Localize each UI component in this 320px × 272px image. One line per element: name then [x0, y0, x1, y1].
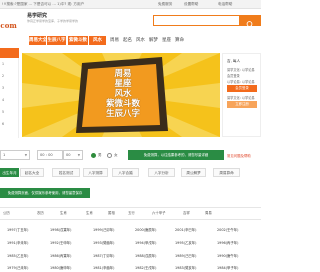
tab-naming[interactable]: 起名大全: [20, 168, 44, 177]
register-button[interactable]: 立即注册: [227, 101, 257, 108]
brand-title: 易学研究: [27, 13, 48, 19]
nav-link-3[interactable]: 风水: [136, 36, 145, 45]
year-cell[interactable]: 1985(乙丑年): [7, 253, 28, 258]
year-cell[interactable]: 1984(甲子年): [217, 265, 238, 270]
year-cell[interactable]: 1981(辛酉年): [93, 265, 114, 270]
year-cell[interactable]: 1995(乙亥年): [175, 240, 196, 245]
search-input[interactable]: [153, 15, 240, 26]
search-button[interactable]: [240, 15, 261, 28]
filter-tab[interactable]: 吉祥: [183, 209, 190, 218]
banner-line-5: 生辰八字: [105, 109, 140, 119]
left-menu-item[interactable]: 3: [2, 86, 4, 90]
year-cell[interactable]: 1982(壬戌年): [135, 265, 156, 270]
nav-tab-4[interactable]: 风水: [89, 36, 106, 45]
left-menu-item[interactable]: 6: [2, 122, 4, 126]
year-cell[interactable]: 1997(丁丑年): [7, 227, 28, 232]
year-cell[interactable]: 1999(己卯年): [93, 227, 114, 232]
topbar-item-3[interactable]: 电话帮助: [218, 0, 232, 9]
radio-male[interactable]: [91, 153, 96, 158]
divider: [0, 207, 261, 208]
left-category-menu: 1 2 3 4 5 6: [0, 48, 19, 138]
birth-hour-select[interactable]: 00 ▼: [63, 150, 83, 160]
tab-dream[interactable]: 周公解梦: [181, 168, 206, 177]
panel-line: 会员登录: [227, 74, 240, 78]
filter-tab[interactable]: 生肖: [86, 209, 93, 218]
nav-link-5[interactable]: 星座: [162, 36, 171, 45]
year-cell[interactable]: 1993(癸酉年): [93, 240, 114, 245]
topbar-item-2[interactable]: 设置帮助: [184, 0, 198, 9]
hero-banner[interactable]: 周易 星座 风水 紫微斗数 生辰八字: [22, 53, 220, 137]
topbar-notice: !!!搜索:?是国家 … 下是否可以 … 1)中? 现: 方用户: [2, 2, 85, 6]
left-menu-item[interactable]: 4: [2, 98, 4, 102]
panel-line: 以学论易: 以学论易: [227, 80, 255, 84]
site-logo[interactable]: .com: [0, 21, 17, 30]
nav-link-4[interactable]: 解梦: [149, 36, 158, 45]
year-cell[interactable]: 1979(己未年): [7, 265, 28, 270]
top-bar: !!!搜索:?是国家 … 下是否可以 … 1)中? 现: 方用户 免费服务 设置…: [0, 0, 261, 9]
year-cell[interactable]: 1991(辛未年): [7, 240, 28, 245]
panel-line: 易学文化: 以学论易: [227, 96, 255, 100]
tab-name-test[interactable]: 姓名测试: [52, 168, 80, 177]
nav-tab-3[interactable]: 紫微斗数: [68, 36, 88, 45]
filter-tab[interactable]: 属相: [108, 209, 115, 218]
nav-tab-2[interactable]: 生辰八字: [47, 36, 66, 45]
year-cell[interactable]: 1992(壬申年): [50, 240, 71, 245]
year-cell[interactable]: 1988(戊辰年): [135, 253, 156, 258]
filter-tab[interactable]: 农历: [37, 209, 44, 218]
radio-male-label: 男: [98, 153, 102, 157]
tab-bazi[interactable]: 八字测算: [83, 168, 108, 177]
year-cell[interactable]: 1998(戊寅年): [50, 227, 71, 232]
nav-link-2[interactable]: 起名: [123, 36, 132, 45]
year-cell[interactable]: 1986(丙寅年): [50, 253, 71, 258]
free-info-button[interactable]: 免费测算页面，仅供娱乐参考使用，请您留意保存: [0, 188, 90, 198]
year-cell[interactable]: 2002(壬午年): [217, 227, 238, 232]
tab-birth[interactable]: 出生年月: [0, 168, 19, 177]
year-cell[interactable]: 1994(甲戌年): [135, 240, 156, 245]
login-button[interactable]: 会员登录: [227, 85, 257, 92]
topbar-item-1[interactable]: 免费服务: [158, 0, 172, 9]
filter-tab[interactable]: 生肖: [60, 209, 67, 218]
tab-marriage[interactable]: 八字合婚: [112, 168, 139, 177]
left-menu-header: [0, 48, 19, 58]
year-cell[interactable]: 1983(癸亥年): [175, 265, 196, 270]
nav-tab-1[interactable]: 周易大全: [29, 36, 47, 45]
filter-tab[interactable]: 六十甲子: [152, 209, 166, 218]
tab-analysis[interactable]: 八字分析: [148, 168, 175, 177]
left-menu-item[interactable]: 1: [2, 62, 4, 66]
year-cell[interactable]: 1990(庚午年): [217, 253, 238, 258]
calculate-button[interactable]: 免费测算，以往结果参考的，请您尽量详细: [128, 150, 224, 160]
filter-tab[interactable]: 五行: [128, 209, 135, 218]
year-cell[interactable]: 1989(己巳年): [175, 253, 196, 258]
year-cell[interactable]: 2000(庚辰年): [135, 227, 156, 232]
birth-time-field[interactable]: 00 : 00: [37, 150, 63, 160]
panel-title: 吉, 每人: [227, 59, 241, 63]
radio-female-label: 女: [114, 153, 118, 157]
birth-date-field[interactable]: 1 ▼: [0, 150, 30, 160]
filter-tab[interactable]: 周易: [205, 209, 212, 218]
login-panel: 吉, 每人 易学文化: 以学论易 会员登录 以学论易: 以学论易 会员登录 易学…: [222, 53, 261, 137]
panel-line: 易学文化: 以学论易: [227, 68, 255, 72]
year-cell[interactable]: 2001(辛巳年): [175, 227, 196, 232]
brand-subtitle: 你真正学易学的宝库，子学的学易学的: [27, 19, 79, 23]
left-menu-item[interactable]: 5: [2, 110, 4, 114]
help-link[interactable]: 常见问题及帮助: [227, 153, 251, 158]
tab-zhouyi[interactable]: 周易算命: [213, 168, 240, 177]
left-menu-item[interactable]: 2: [2, 74, 4, 78]
year-cell[interactable]: 1987(丁卯年): [93, 253, 114, 258]
radio-female[interactable]: [107, 153, 112, 158]
year-cell[interactable]: 1996(丙子年): [217, 240, 238, 245]
nav-link-1[interactable]: 周易: [110, 36, 119, 45]
search-icon: [246, 21, 254, 28]
year-cell[interactable]: 1980(庚申年): [50, 265, 71, 270]
filter-tab[interactable]: 公历: [3, 209, 10, 218]
divider: [0, 219, 261, 220]
nav-link-6[interactable]: 算命: [175, 36, 184, 45]
